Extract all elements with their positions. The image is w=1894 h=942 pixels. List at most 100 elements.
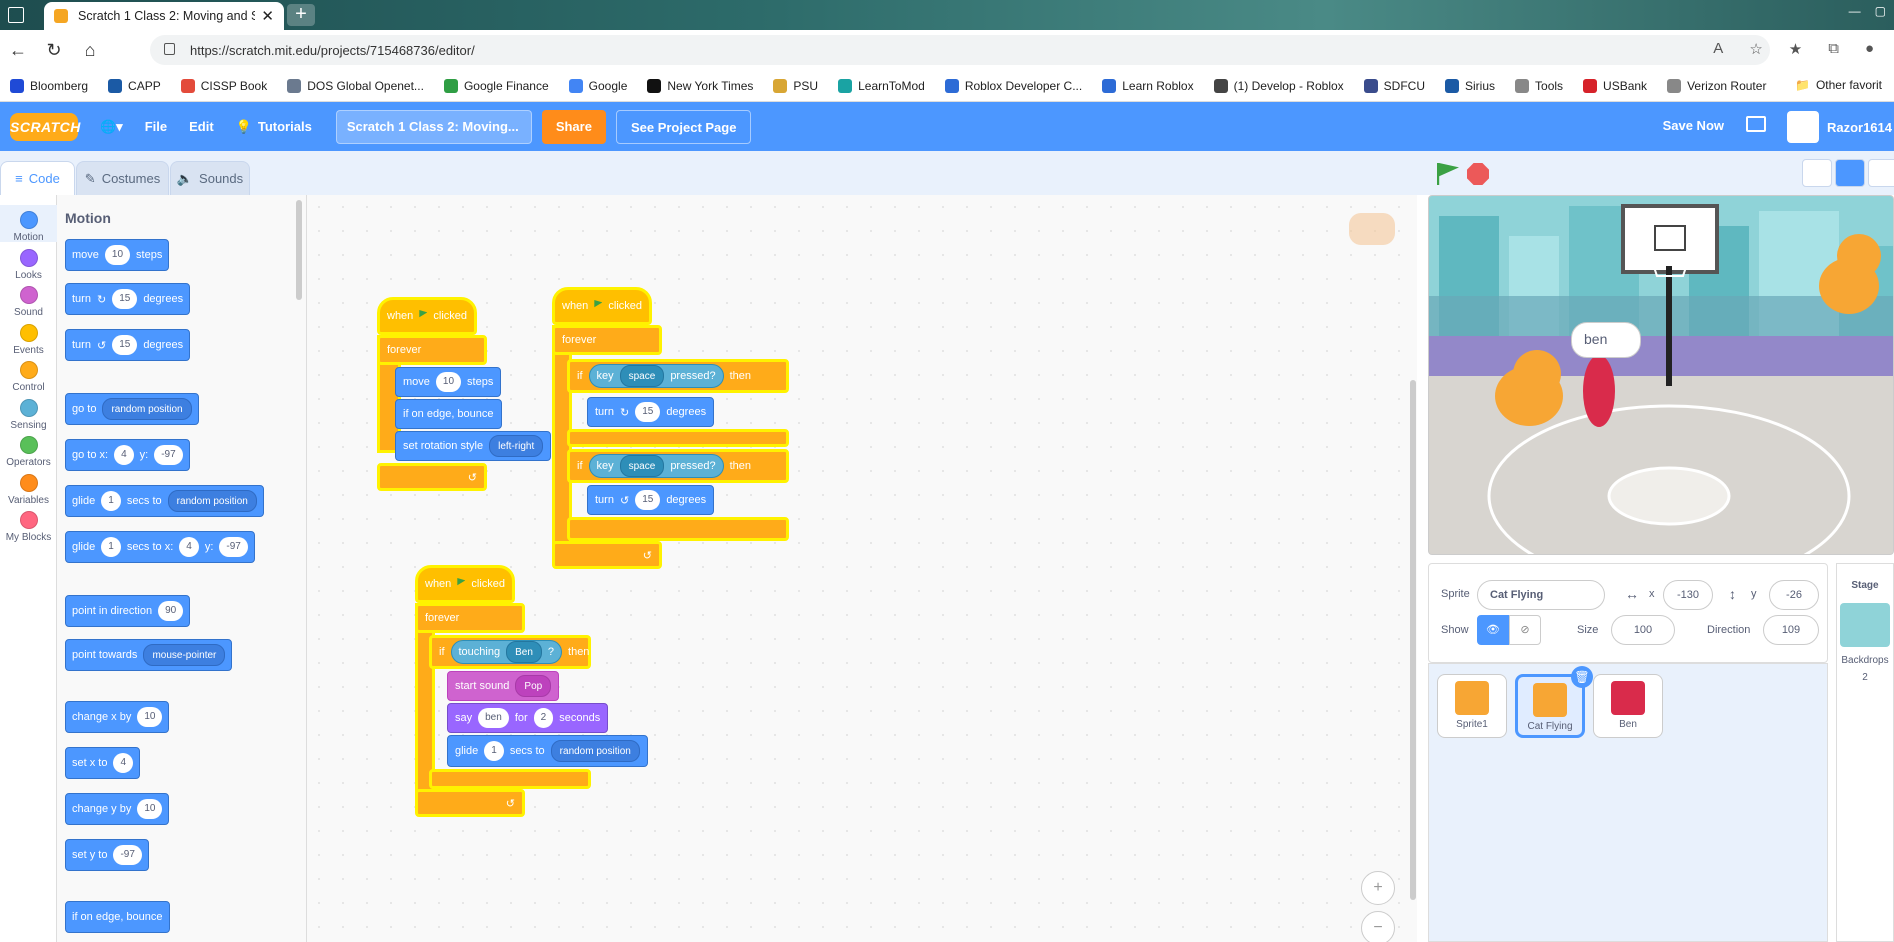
block-input[interactable]: 90 [158, 601, 184, 621]
language-globe-icon[interactable]: 🌐▾ [100, 119, 123, 135]
when-flag-clicked-hat[interactable]: when clicked [552, 287, 652, 325]
category-variables[interactable]: Variables [0, 468, 57, 506]
forever-block[interactable]: forever [415, 603, 525, 633]
block-input[interactable]: 10 [104, 245, 131, 265]
set-x-block[interactable]: set x to 4 [65, 747, 141, 779]
if-then-block[interactable]: if touching Ben? then [429, 635, 591, 669]
bookmark-item[interactable]: PSU [773, 78, 818, 93]
block-input[interactable]: 10 [137, 707, 163, 727]
point-in-direction-block[interactable]: point in direction 90 [65, 595, 191, 627]
block-input[interactable]: 1 [101, 537, 121, 557]
if-then-block[interactable]: if key space pressed? then [567, 359, 789, 393]
block-input[interactable]: 15 [112, 335, 138, 355]
move-steps-block[interactable]: move 10 steps [395, 367, 502, 397]
bookmark-item[interactable]: Google Finance [443, 78, 549, 93]
save-now-button[interactable]: Save Now [1663, 118, 1724, 133]
close-tab-icon[interactable]: ✕ [261, 7, 274, 25]
block-dropdown[interactable]: Pop [515, 675, 552, 697]
x-field[interactable]: -130 [1663, 580, 1713, 610]
bookmark-item[interactable]: CISSP Book [180, 78, 267, 93]
block-input[interactable]: -97 [113, 845, 142, 865]
see-project-page-button[interactable]: See Project Page [615, 109, 752, 144]
sprite-name-field[interactable]: Cat Flying [1477, 580, 1605, 610]
new-tab-button[interactable]: + [287, 4, 315, 26]
bookmark-item[interactable]: SDFCU [1363, 78, 1425, 93]
turn-left-block[interactable]: turn ↺ 15 degrees [587, 485, 715, 515]
block-dropdown[interactable]: mouse-pointer [143, 644, 226, 666]
bookmark-item[interactable]: Bloomberg [10, 78, 88, 93]
other-favorites-folder[interactable]: 📁 Other favorit [1795, 78, 1882, 92]
go-to-block[interactable]: go to random position [65, 393, 199, 425]
when-flag-clicked-hat[interactable]: when clicked [377, 297, 477, 335]
stage-canvas[interactable] [1428, 195, 1894, 555]
key-pressed-block[interactable]: key space pressed? [588, 454, 724, 478]
tab-sounds[interactable]: 🔈 Sounds [170, 161, 250, 195]
bookmark-item[interactable]: Sirius [1445, 78, 1495, 93]
category-operators[interactable]: Operators [0, 430, 57, 468]
block-input[interactable]: 2 [533, 708, 554, 728]
tab-actions-icon[interactable] [8, 7, 24, 23]
forever-block[interactable]: forever [377, 335, 487, 365]
block-dropdown[interactable]: random position [167, 490, 257, 512]
browser-tab-active[interactable]: Scratch 1 Class 2: Moving and Sc ✕ [44, 2, 284, 30]
when-flag-clicked-hat[interactable]: when clicked [415, 565, 515, 603]
block-input[interactable]: 4 [113, 753, 134, 773]
file-menu[interactable]: File [145, 119, 167, 134]
url-field[interactable]: https://scratch.mit.edu/projects/7154687… [150, 35, 1770, 65]
hide-eye-icon[interactable]: ⊘ [1509, 615, 1541, 645]
forever-block[interactable]: forever [552, 325, 662, 355]
small-stage-icon[interactable] [1802, 159, 1832, 187]
delete-sprite-icon[interactable]: 🗑 [1571, 666, 1593, 688]
block-dropdown[interactable]: random position [550, 740, 640, 762]
bookmark-item[interactable]: Roblox Developer C... [944, 78, 1082, 93]
my-stuff-folder-icon[interactable] [1746, 116, 1766, 132]
category-events[interactable]: Events [0, 318, 57, 356]
profile-icon[interactable]: ● [1865, 40, 1874, 58]
turn-right-block[interactable]: turn ↻ 15 degrees [65, 283, 191, 315]
sprite-tile-ben[interactable]: Ben [1593, 674, 1663, 738]
block-input[interactable]: 10 [137, 799, 163, 819]
block-input[interactable]: ben [478, 708, 509, 728]
sprite-tile-sprite1[interactable]: Sprite1 [1437, 674, 1507, 738]
scratch-logo[interactable]: SCRATCH [10, 112, 80, 141]
glide-to-block[interactable]: glide 1 secs to random position [65, 485, 264, 517]
change-y-block[interactable]: change y by 10 [65, 793, 170, 825]
block-input[interactable]: -97 [219, 537, 248, 557]
block-input[interactable]: 1 [484, 741, 504, 761]
block-dropdown[interactable]: Ben [506, 641, 542, 663]
category-sensing[interactable]: Sensing [0, 393, 57, 431]
edit-menu[interactable]: Edit [189, 119, 214, 134]
block-input[interactable]: 4 [179, 537, 199, 557]
start-sound-block[interactable]: start sound Pop [447, 671, 560, 701]
go-to-xy-block[interactable]: go to x: 4 y: -97 [65, 439, 190, 471]
if-then-block[interactable]: if key space pressed? then [567, 449, 789, 483]
script-area-scrollbar[interactable] [1410, 380, 1416, 900]
bookmark-item[interactable]: Tools [1515, 78, 1563, 93]
green-flag-icon[interactable] [1437, 163, 1459, 185]
block-input[interactable]: 4 [114, 445, 134, 465]
palette-scrollbar[interactable] [296, 200, 302, 300]
tab-costumes[interactable]: ✎ Costumes [76, 161, 169, 195]
set-y-block[interactable]: set y to -97 [65, 839, 149, 871]
say-for-secs-block[interactable]: say ben for 2 seconds [447, 703, 609, 733]
stop-icon[interactable] [1467, 163, 1489, 185]
block-input[interactable]: 15 [112, 289, 138, 309]
block-input[interactable]: 15 [635, 402, 661, 422]
bookmark-item[interactable]: DOS Global Openet... [287, 78, 424, 93]
block-dropdown[interactable]: space [619, 365, 665, 387]
fullscreen-icon[interactable] [1868, 159, 1894, 187]
change-x-block[interactable]: change x by 10 [65, 701, 170, 733]
home-icon[interactable]: ⌂ [72, 40, 108, 61]
show-eye-icon[interactable]: 👁 [1477, 615, 1509, 645]
bookmark-item[interactable]: Verizon Router [1667, 78, 1766, 93]
bookmark-item[interactable]: LearnToMod [838, 78, 925, 93]
block-dropdown[interactable]: space [619, 455, 665, 477]
block-input[interactable]: -97 [154, 445, 183, 465]
collections-icon[interactable]: ⧉ [1828, 40, 1839, 58]
bookmark-item[interactable]: New York Times [647, 78, 753, 93]
normal-stage-icon[interactable] [1835, 159, 1865, 187]
turn-right-block[interactable]: turn ↻ 15 degrees [587, 397, 715, 427]
zoom-out-icon[interactable]: − [1361, 911, 1395, 942]
maximize-icon[interactable]: ▢ [1875, 4, 1886, 18]
direction-field[interactable]: 109 [1763, 615, 1819, 645]
